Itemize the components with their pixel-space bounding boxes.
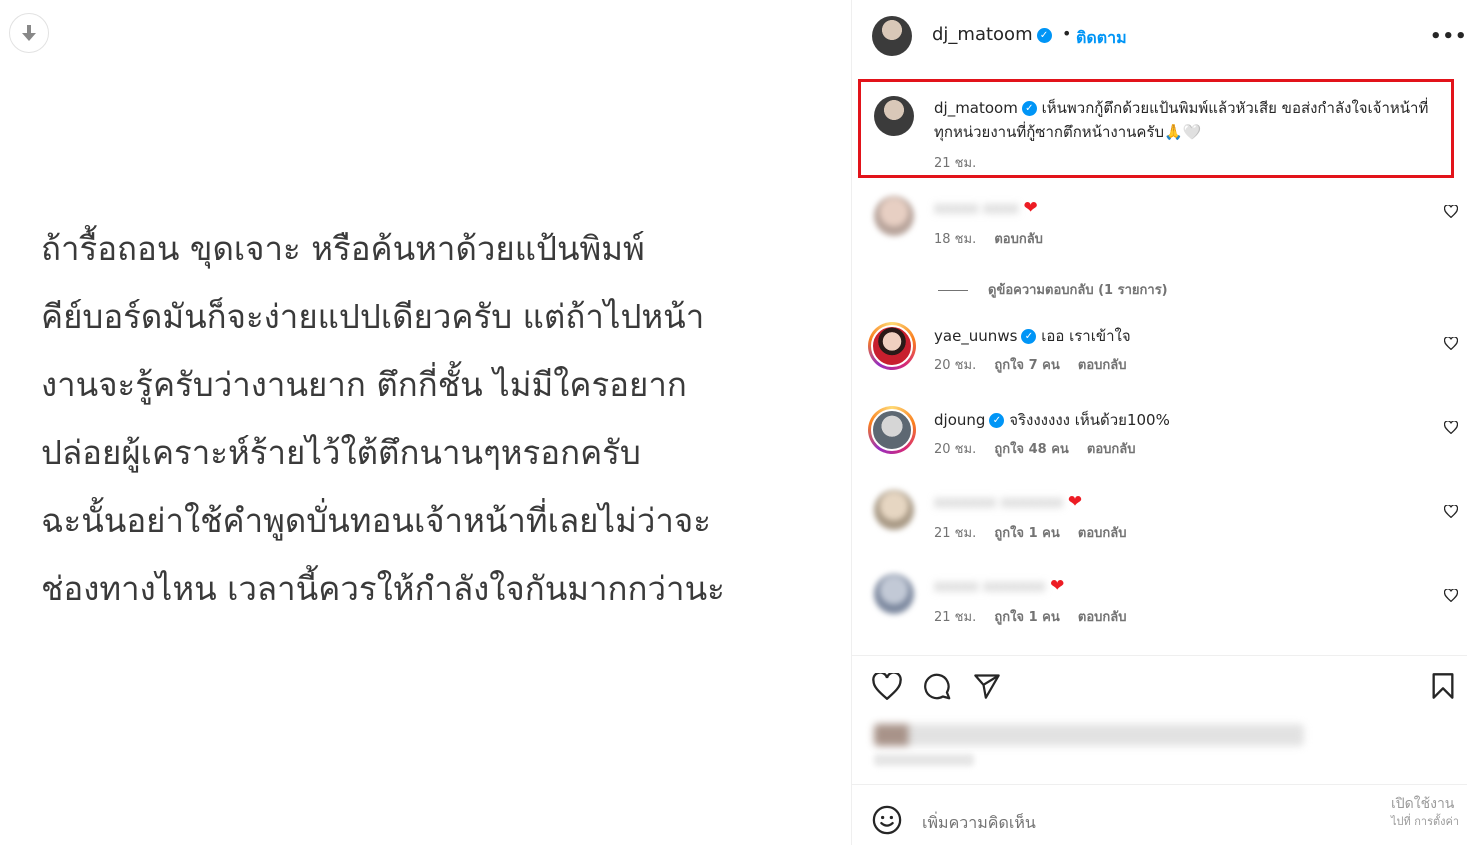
comment-time[interactable]: 18 ชม. xyxy=(934,232,976,247)
comment-likes[interactable]: ถูกใจ 7 คน xyxy=(994,358,1059,373)
download-button[interactable] xyxy=(9,13,49,53)
commenter-avatar[interactable] xyxy=(874,196,914,236)
comment-time[interactable]: 20 ชม. xyxy=(934,442,976,457)
instagram-post-window: ถ้ารื้อถอน ขุดเจาะ หรือค้นหาด้วยแป้นพิมพ… xyxy=(0,0,1467,845)
save-button[interactable] xyxy=(1427,670,1459,702)
commenter-line: xxxxx xxxxxxx ❤ xyxy=(934,576,1064,596)
commenter-avatar[interactable] xyxy=(874,490,914,530)
reply-button[interactable]: ตอบกลับ xyxy=(1078,526,1127,541)
verified-badge-icon: ✓ xyxy=(1021,329,1037,344)
commenter-line: yae_uunws ✓ เออ เราเข้าใจ xyxy=(934,324,1131,348)
separator-dot: • xyxy=(1062,24,1072,43)
bookmark-icon xyxy=(1432,673,1454,699)
post-header: dj_matoom ✓ • ติดตาม ••• xyxy=(852,0,1467,73)
verified-badge-icon: ✓ xyxy=(1036,27,1052,43)
comment-bubble-icon xyxy=(924,673,951,700)
view-replies-button[interactable]: ดูข้อความตอบกลับ (1 รายการ) xyxy=(938,279,1168,300)
like-comment-heart-icon[interactable] xyxy=(1444,589,1458,602)
commenter-username[interactable]: xxxxx xxxx ❤ xyxy=(934,198,1038,218)
likes-summary-blurred xyxy=(874,724,1304,746)
author-avatar[interactable] xyxy=(872,16,912,56)
commenter-avatar[interactable] xyxy=(874,574,914,614)
comment-time[interactable]: 20 ชม. xyxy=(934,358,976,373)
verified-badge-icon: ✓ xyxy=(989,413,1005,428)
comment-meta: 21 ชม. ถูกใจ 1 คน ตอบกลับ xyxy=(934,606,1140,627)
reply-button[interactable]: ตอบกลับ xyxy=(994,232,1043,247)
post-image-text: ถ้ารื้อถอน ขุดเจาะ หรือค้นหาด้วยแป้นพิมพ… xyxy=(41,229,725,608)
verified-badge-icon: ✓ xyxy=(1021,101,1037,116)
comment-time[interactable]: 21 ชม. xyxy=(934,526,976,541)
reply-button[interactable]: ตอบกลับ xyxy=(1078,610,1127,625)
heart-icon xyxy=(872,672,902,700)
emoji-icon[interactable] xyxy=(872,805,902,835)
comment-text: จริงงงงงง เห็นด้วย100% xyxy=(1009,411,1170,429)
comment-time[interactable]: 21 ชม. xyxy=(934,610,976,625)
caption-time[interactable]: 21 ชม. xyxy=(934,152,976,173)
commenter-username[interactable]: xxxxx xxxxxxx xyxy=(934,577,1045,595)
like-comment-heart-icon[interactable] xyxy=(1444,337,1458,350)
reply-button[interactable]: ตอบกลับ xyxy=(1078,358,1127,373)
arrow-down-icon xyxy=(22,25,36,41)
post-actions-bar xyxy=(852,670,1467,706)
post-date-blurred xyxy=(874,754,974,766)
post-image: ถ้ารื้อถอน ขุดเจาะ หรือค้นหาด้วยแป้นพิมพ… xyxy=(0,0,851,845)
heart-emoji-icon: ❤ xyxy=(1023,198,1038,218)
comment-meta: 21 ชม. ถูกใจ 1 คน ตอบกลับ xyxy=(934,522,1140,543)
commenter-avatar[interactable] xyxy=(868,406,916,454)
comment-likes[interactable]: ถูกใจ 1 คน xyxy=(994,526,1059,541)
commenter-avatar[interactable] xyxy=(868,322,916,370)
add-comment-input[interactable]: เพิ่มความคิดเห็น xyxy=(922,811,1036,836)
follow-button[interactable]: ติดตาม xyxy=(1076,26,1127,51)
replies-line xyxy=(938,290,968,291)
author-username[interactable]: dj_matoom ✓ xyxy=(932,24,1052,45)
like-button[interactable] xyxy=(871,670,903,702)
actions-divider xyxy=(852,655,1467,656)
caption: dj_matoom ✓ เห็นพวกกู้ตึกด้วยแป้นพิมพ์แล้… xyxy=(934,96,1444,144)
comment-text: เออ เราเข้าใจ xyxy=(1041,327,1131,345)
caption-author-avatar[interactable] xyxy=(874,96,914,136)
commenter-username[interactable]: xxxxxxx xxxxxxx xyxy=(934,493,1063,511)
heart-emoji-icon: ❤ xyxy=(1050,576,1065,596)
paper-plane-icon xyxy=(974,674,1000,699)
comment-meta: 20 ชม. ถูกใจ 7 คน ตอบกลับ xyxy=(934,354,1140,375)
reply-button[interactable]: ตอบกลับ xyxy=(1087,442,1136,457)
more-options-icon[interactable]: ••• xyxy=(1430,26,1467,47)
like-comment-heart-icon[interactable] xyxy=(1444,421,1458,434)
heart-emoji-icon: ❤ xyxy=(1067,492,1083,512)
caption-username[interactable]: dj_matoom xyxy=(934,99,1018,117)
add-comment-bar: เพิ่มความคิดเห็น เปิดใช้งาน ไปที่ การตั้… xyxy=(852,784,1467,845)
comment-meta: 18 ชม. ตอบกลับ xyxy=(934,228,1057,249)
comment-meta: 20 ชม. ถูกใจ 48 คน ตอบกลับ xyxy=(934,438,1150,459)
comment-likes[interactable]: ถูกใจ 1 คน xyxy=(994,610,1059,625)
commenter-username[interactable]: djoung xyxy=(934,411,985,429)
comment-likes[interactable]: ถูกใจ 48 คน xyxy=(994,442,1068,457)
commenter-username[interactable]: yae_uunws xyxy=(934,327,1017,345)
post-side-panel: dj_matoom ✓ • ติดตาม ••• dj_matoom ✓ เห็นพ… xyxy=(851,0,1467,845)
like-comment-heart-icon[interactable] xyxy=(1444,205,1458,218)
share-button[interactable] xyxy=(971,670,1003,702)
commenter-line: xxxxxxx xxxxxxx ❤ xyxy=(934,492,1082,512)
like-comment-heart-icon[interactable] xyxy=(1444,505,1458,518)
commenter-line: djoung ✓ จริงงงงงง เห็นด้วย100% xyxy=(934,408,1170,432)
activation-watermark: เปิดใช้งาน ไปที่ การตั้งค่า xyxy=(1391,796,1460,828)
comment-button[interactable] xyxy=(921,670,953,702)
